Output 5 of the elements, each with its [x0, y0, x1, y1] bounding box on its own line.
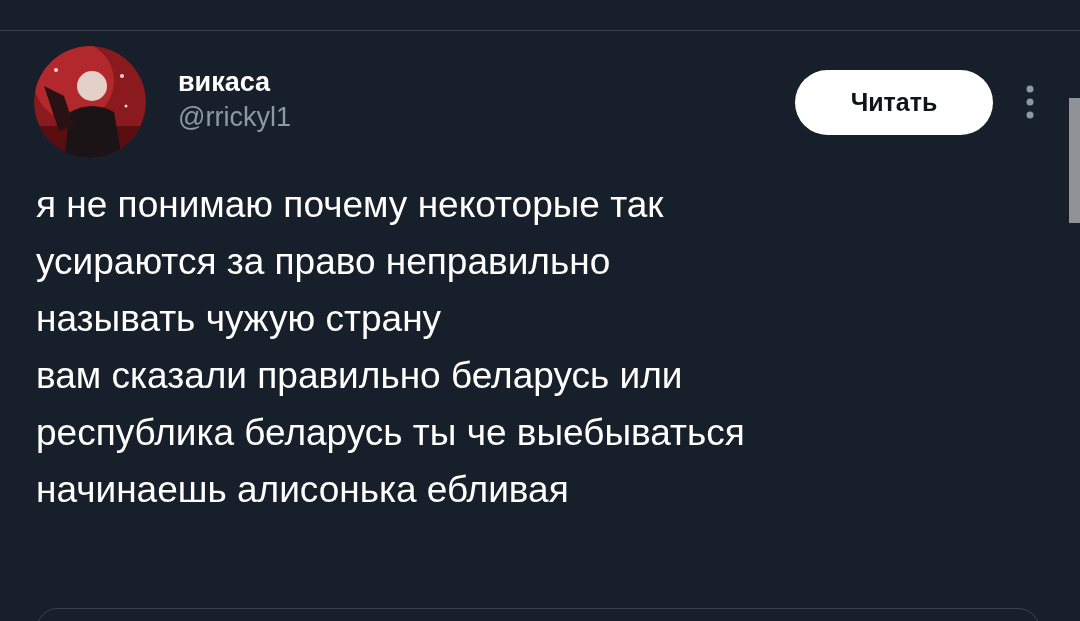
follow-button[interactable]: Читать	[795, 69, 993, 135]
scrollbar[interactable]	[1069, 98, 1080, 223]
author-name[interactable]: викаса	[178, 64, 291, 100]
author-handle[interactable]: @rrickyl1	[178, 100, 291, 134]
tweet-text: я не понимаю почему некоторые так усираются за право неправильно называть чужую страну вам сказали правильно беларусь или республика беларусь ты че выебываться начинаешь алисонька ебливая	[36, 183, 746, 512]
